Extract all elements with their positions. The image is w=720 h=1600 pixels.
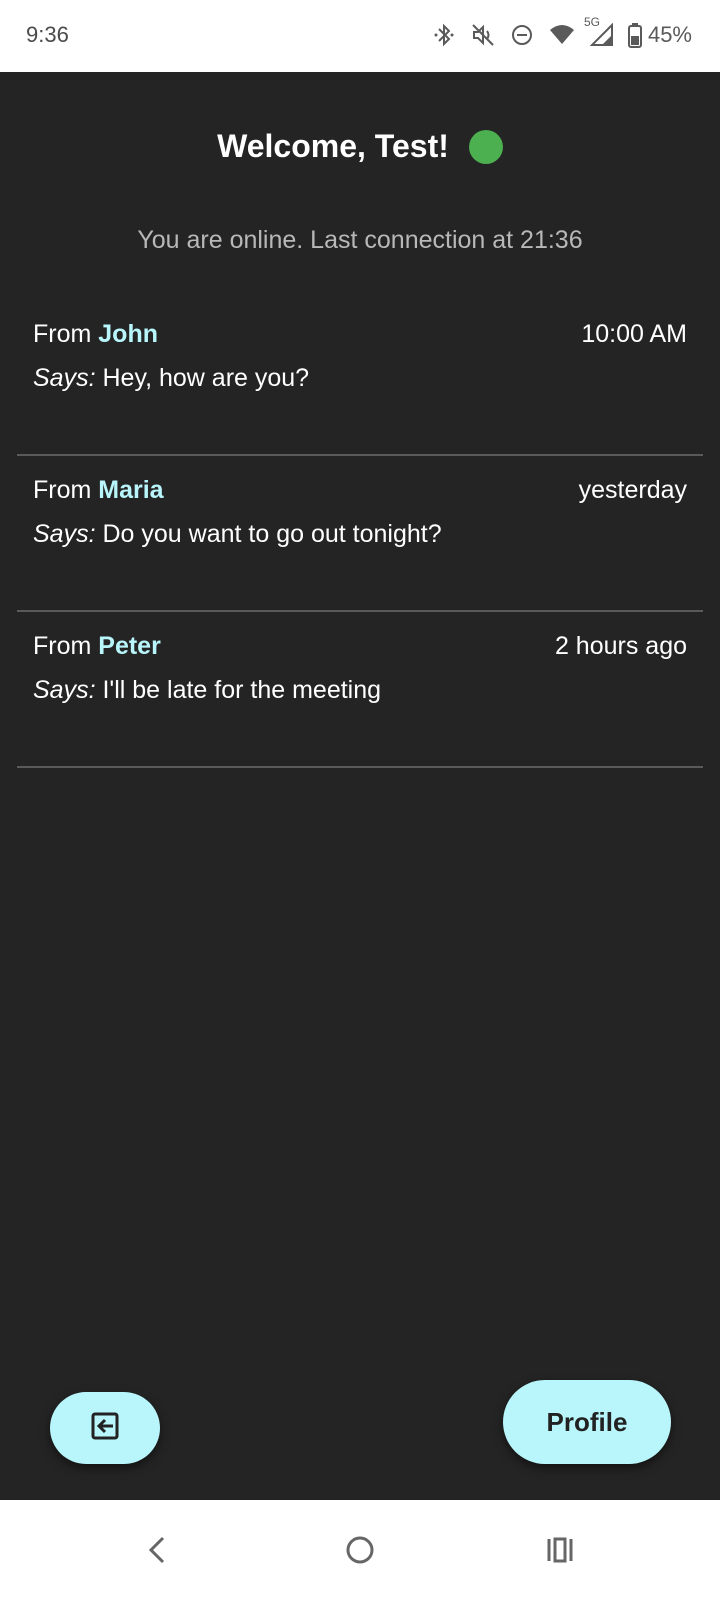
back-button[interactable] xyxy=(137,1532,177,1572)
online-indicator xyxy=(468,129,503,164)
says-label: Says: xyxy=(33,364,96,392)
logout-button[interactable] xyxy=(50,1392,160,1464)
back-icon xyxy=(145,1534,169,1571)
app-screen: Welcome, Test! You are online. Last conn… xyxy=(0,72,720,1500)
dnd-icon xyxy=(510,23,534,47)
sender-name: Maria xyxy=(98,476,164,504)
profile-button-label: Profile xyxy=(546,1406,628,1437)
message-item[interactable]: From Maria yesterday Says: Do you want t… xyxy=(17,456,703,612)
message-list: From John 10:00 AM Says: Hey, how are yo… xyxy=(17,300,703,768)
connection-status: You are online. Last connection at 21:36 xyxy=(137,226,583,254)
home-icon xyxy=(345,1535,375,1570)
navigation-bar xyxy=(0,1500,720,1600)
battery-icon xyxy=(627,22,642,48)
battery-percent: 45% xyxy=(647,22,692,47)
message-time: 10:00 AM xyxy=(581,320,687,348)
message-text: I'll be late for the meeting xyxy=(102,676,382,704)
home-button[interactable] xyxy=(340,1532,380,1572)
message-item[interactable]: From Peter 2 hours ago Says: I'll be lat… xyxy=(17,612,703,768)
page-title: Welcome, Test! xyxy=(217,128,449,164)
recents-icon xyxy=(545,1535,575,1570)
logout-icon xyxy=(89,1410,121,1447)
profile-button[interactable]: Profile xyxy=(503,1380,671,1464)
status-time: 9:36 xyxy=(26,22,69,47)
says-label: Says: xyxy=(33,520,96,548)
message-text: Hey, how are you? xyxy=(102,364,310,392)
status-bar: 9:36 5G 45% xyxy=(0,0,720,72)
mute-icon xyxy=(470,22,496,48)
from-label: From xyxy=(33,320,92,348)
status-icons: 5G 45% xyxy=(432,15,692,50)
sender-name: Peter xyxy=(98,632,161,660)
from-label: From xyxy=(33,476,92,504)
network-type: 5G xyxy=(583,15,600,29)
message-body: Says: I'll be late for the meeting xyxy=(33,676,381,705)
recents-button[interactable] xyxy=(540,1532,580,1572)
message-time: yesterday xyxy=(578,476,687,504)
from-label: From xyxy=(33,632,92,660)
wifi-icon xyxy=(548,23,576,47)
message-time: 2 hours ago xyxy=(554,632,687,660)
message-body: Says: Hey, how are you? xyxy=(33,364,309,393)
message-from: From John xyxy=(33,320,158,349)
message-item[interactable]: From John 10:00 AM Says: Hey, how are yo… xyxy=(17,300,703,456)
says-label: Says: xyxy=(33,676,96,704)
message-from: From Peter xyxy=(33,632,161,661)
bluetooth-icon xyxy=(432,22,456,48)
message-from: From Maria xyxy=(33,476,164,505)
welcome-header: Welcome, Test! xyxy=(0,128,720,165)
signal-icon: 5G xyxy=(584,15,614,47)
message-text: Do you want to go out tonight? xyxy=(102,520,442,548)
message-body: Says: Do you want to go out tonight? xyxy=(33,520,442,549)
sender-name: John xyxy=(98,320,158,348)
